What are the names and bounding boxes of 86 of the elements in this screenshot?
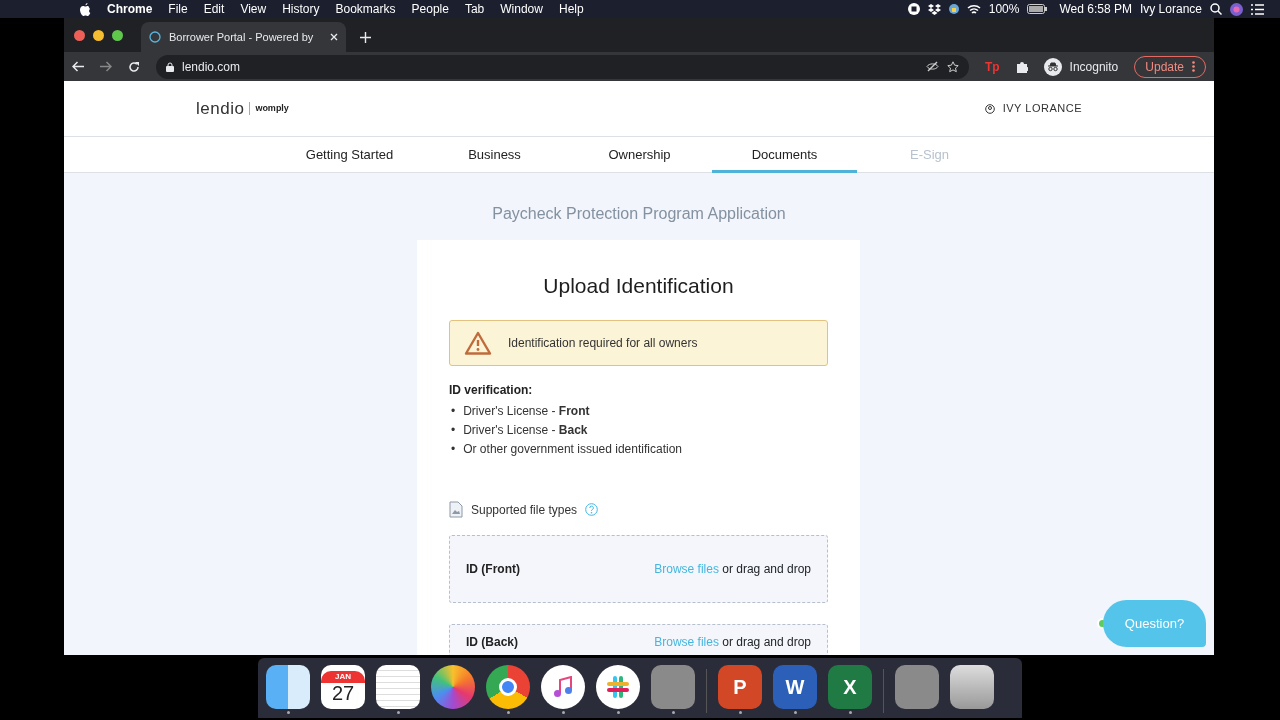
- hash-icon[interactable]: [596, 665, 640, 709]
- reload-icon[interactable]: [128, 60, 140, 73]
- list-item: Driver's License - Back: [463, 421, 588, 439]
- incognito-icon[interactable]: [1043, 57, 1062, 76]
- page-subtitle: Paycheck Protection Program Application: [491, 204, 787, 224]
- user-name[interactable]: Ivy Lorance: [1139, 0, 1202, 18]
- menu-item[interactable]: File: [168, 0, 188, 18]
- notepad-icon[interactable]: [376, 665, 420, 709]
- running-indicator: [396, 711, 400, 714]
- box-icon[interactable]: [927, 3, 941, 15]
- running-indicator: [793, 711, 797, 714]
- eye-slash-icon[interactable]: [925, 61, 939, 72]
- close-button[interactable]: [74, 29, 85, 41]
- bullet: •: [451, 402, 456, 420]
- loading-icon: [149, 31, 161, 43]
- star-icon[interactable]: [946, 60, 959, 73]
- running-indicator: [738, 711, 742, 714]
- running-indicator: [616, 711, 620, 714]
- browser-icon[interactable]: [486, 665, 530, 709]
- running-indicator: [506, 711, 510, 714]
- upload-dropzone[interactable]: ID (Front) Browse files or drag and drop: [449, 534, 828, 603]
- calendar-icon[interactable]: JAN 27: [321, 665, 365, 709]
- upload-dropzone[interactable]: ID (Back) Browse files or drag and drop: [449, 623, 828, 655]
- spreadsheet-app-icon[interactable]: X: [828, 665, 872, 709]
- document-app-icon[interactable]: W: [773, 665, 817, 709]
- image-file-icon: [449, 501, 463, 518]
- note-drawing: [553, 676, 573, 698]
- zoom-button[interactable]: [112, 29, 123, 41]
- hash-drawing: [607, 676, 629, 698]
- bullet: •: [451, 440, 456, 458]
- upload-hint: Browse files or drag and drop: [654, 560, 811, 578]
- battery-percent: 100%: [988, 1, 1020, 18]
- user-menu[interactable]: IVY LORANCE: [1002, 100, 1082, 117]
- record-icon[interactable]: [907, 3, 920, 15]
- profile-label[interactable]: Incognito: [1069, 57, 1119, 76]
- menu-item[interactable]: Tab: [464, 0, 485, 18]
- running-indicator: [671, 711, 675, 714]
- clock[interactable]: Wed 6:58 PM: [1059, 0, 1132, 18]
- slides-app-icon[interactable]: P: [718, 665, 762, 709]
- plus-icon[interactable]: [360, 32, 371, 43]
- alert-text: Identification required for all owners: [508, 334, 698, 352]
- brand-logo[interactable]: lendio: [196, 95, 245, 122]
- step-tab: E-Sign: [857, 137, 1002, 173]
- card-title: Upload Identification: [542, 273, 735, 299]
- address-bar[interactable]: lendio.com: [156, 54, 969, 79]
- battery-icon: [1027, 4, 1048, 14]
- forward-icon: [100, 61, 112, 72]
- music-note-icon[interactable]: [541, 665, 585, 709]
- warning-icon: [464, 330, 492, 355]
- list-item: Or other government issued identification: [463, 440, 682, 458]
- siri-icon[interactable]: [1230, 2, 1243, 16]
- menu-item[interactable]: History: [282, 0, 320, 18]
- close-icon[interactable]: [330, 33, 338, 41]
- partner-logo: womply: [249, 101, 289, 116]
- flower-icon[interactable]: [431, 665, 475, 709]
- list-item: Driver's License - Front: [463, 402, 590, 420]
- puzzle-icon[interactable]: [1015, 60, 1028, 73]
- search-icon[interactable]: [1210, 3, 1222, 15]
- apple-icon[interactable]: [80, 2, 91, 16]
- menu-item[interactable]: Edit: [203, 0, 225, 18]
- menu-item[interactable]: Help: [558, 0, 584, 18]
- menu-item[interactable]: Bookmarks: [335, 0, 396, 18]
- more-icon[interactable]: [1192, 61, 1195, 72]
- running-indicator: [561, 711, 565, 714]
- step-tab[interactable]: Getting Started: [277, 137, 422, 173]
- bullet: •: [451, 421, 456, 439]
- menu-item[interactable]: Window: [500, 0, 543, 18]
- tab-title: Borrower Portal - Powered by: [169, 29, 315, 45]
- menu-item[interactable]: View: [240, 0, 267, 18]
- step-tab[interactable]: Ownership: [567, 137, 712, 173]
- upload-label: ID (Back): [466, 633, 518, 651]
- app-menu[interactable]: Chrome: [107, 0, 153, 18]
- upload-label: ID (Front): [466, 560, 520, 578]
- file-types-label: Supported file types: [471, 501, 578, 519]
- back-icon[interactable]: [72, 61, 84, 72]
- section-heading: ID verification:: [449, 381, 534, 399]
- menu-item[interactable]: People: [411, 0, 449, 18]
- wifi-icon[interactable]: [966, 3, 981, 15]
- minimize-button[interactable]: [93, 29, 104, 41]
- user-icon[interactable]: [984, 103, 995, 114]
- running-indicator: [286, 711, 290, 714]
- list-icon[interactable]: [1251, 3, 1264, 15]
- upload-hint: Browse files or drag and drop: [654, 633, 811, 651]
- running-indicator: [848, 711, 852, 714]
- browser-tab[interactable]: Borrower Portal - Powered by: [141, 22, 346, 52]
- step-tab[interactable]: Business: [422, 137, 567, 173]
